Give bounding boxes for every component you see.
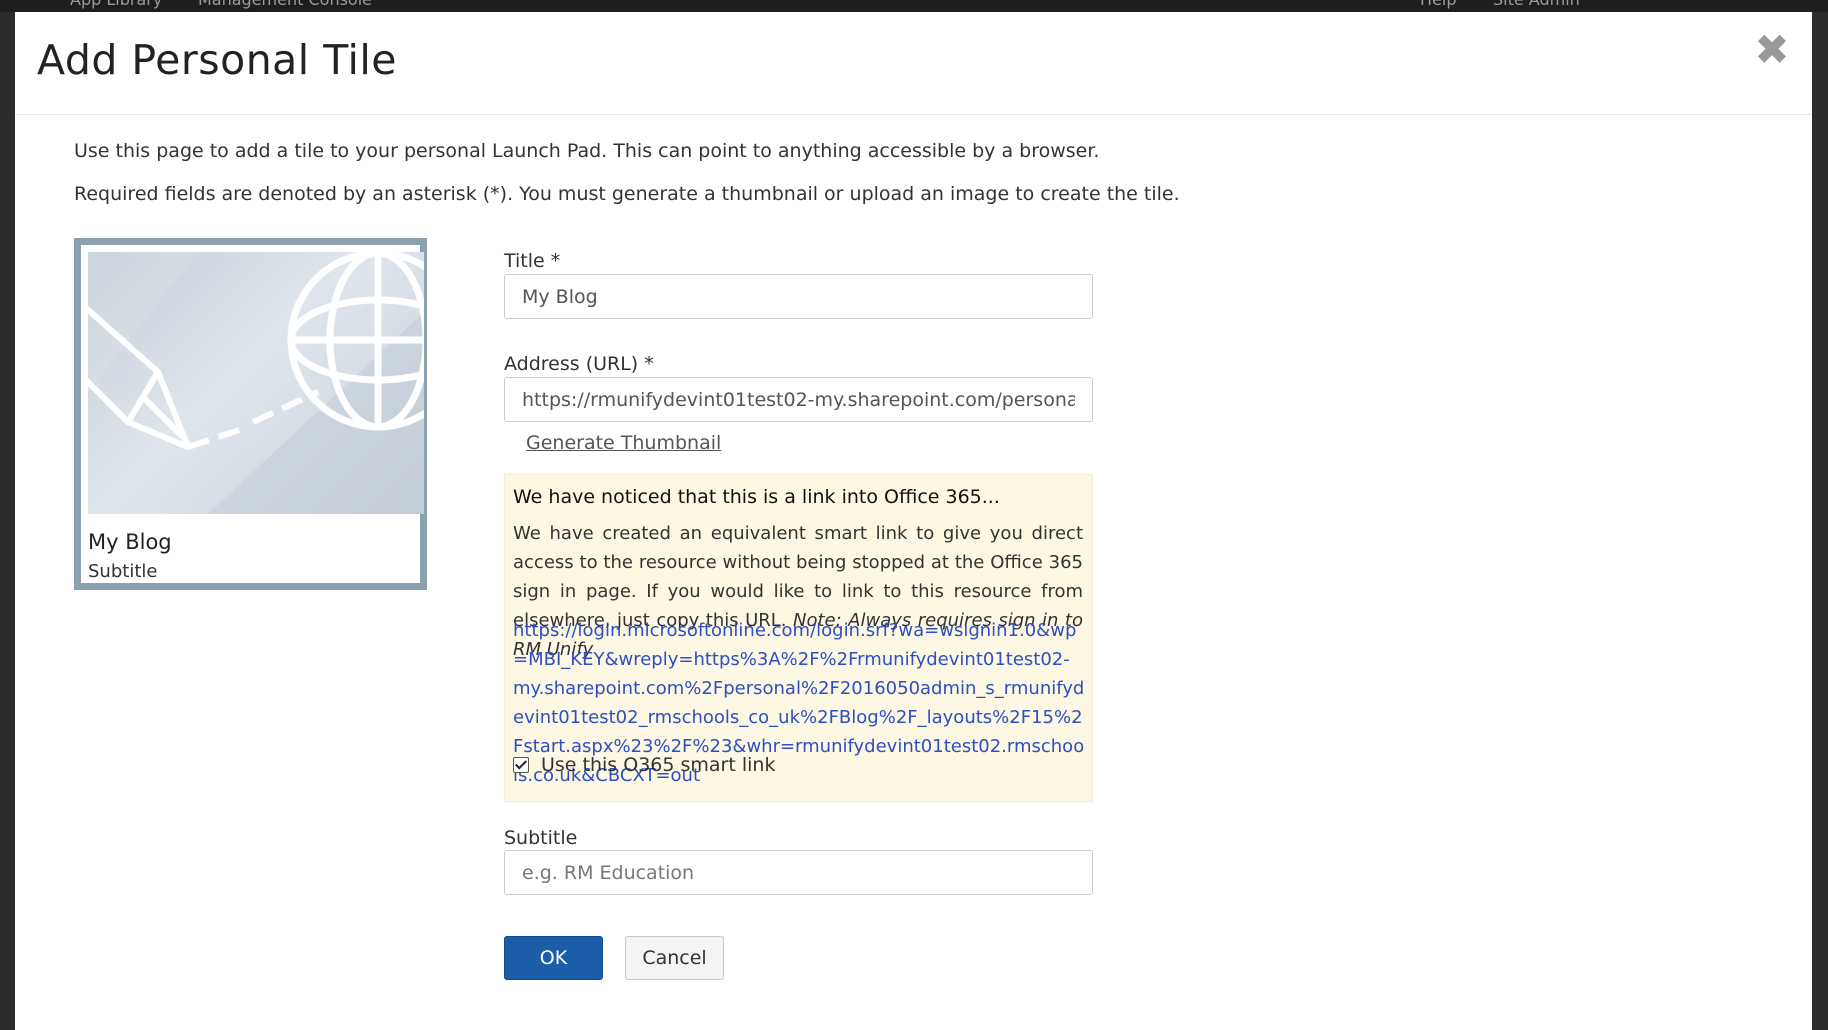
address-label: Address (URL) *: [504, 353, 654, 375]
tile-title: My Blog: [88, 530, 172, 554]
modal-header: Add Personal Tile ✖: [15, 12, 1812, 115]
close-icon[interactable]: ✖: [1752, 29, 1792, 71]
notice-heading: We have noticed that this is a link into…: [513, 486, 1000, 508]
subtitle-input[interactable]: [504, 850, 1093, 895]
office365-notice: We have noticed that this is a link into…: [504, 474, 1093, 802]
title-input[interactable]: [504, 274, 1093, 319]
use-smart-link-checkbox[interactable]: [513, 757, 529, 773]
smart-link-option: Use this O365 smart link: [513, 753, 775, 777]
nav-app-library[interactable]: App Library: [70, 0, 162, 9]
modal-title: Add Personal Tile: [37, 36, 398, 84]
intro-text: Use this page to add a tile to your pers…: [74, 140, 1100, 162]
generate-thumbnail-link[interactable]: Generate Thumbnail: [526, 432, 721, 454]
cancel-button[interactable]: Cancel: [625, 936, 724, 980]
tile-thumbnail-graphic: [88, 252, 424, 514]
subtitle-label: Subtitle: [504, 827, 578, 849]
modal-backdrop-right: [1812, 12, 1828, 1030]
title-label: Title *: [504, 250, 561, 272]
tile-preview: My Blog Subtitle: [74, 238, 427, 590]
tile-subtitle: Subtitle: [88, 561, 158, 582]
add-personal-tile-dialog: Add Personal Tile ✖ Use this page to add…: [15, 12, 1812, 1030]
use-smart-link-label[interactable]: Use this O365 smart link: [541, 754, 775, 776]
top-navigation-bar: App Library Management Console Help Site…: [0, 0, 1828, 12]
nav-site-admin[interactable]: Site Admin: [1493, 0, 1580, 9]
modal-backdrop-left: [0, 12, 15, 1030]
required-fields-note: Required fields are denoted by an asteri…: [74, 183, 1180, 205]
nav-management-console[interactable]: Management Console: [198, 0, 372, 9]
ok-button[interactable]: OK: [504, 936, 603, 980]
nav-help[interactable]: Help: [1420, 0, 1456, 9]
tile-thumbnail: [88, 252, 424, 514]
address-url-input[interactable]: [504, 377, 1093, 422]
